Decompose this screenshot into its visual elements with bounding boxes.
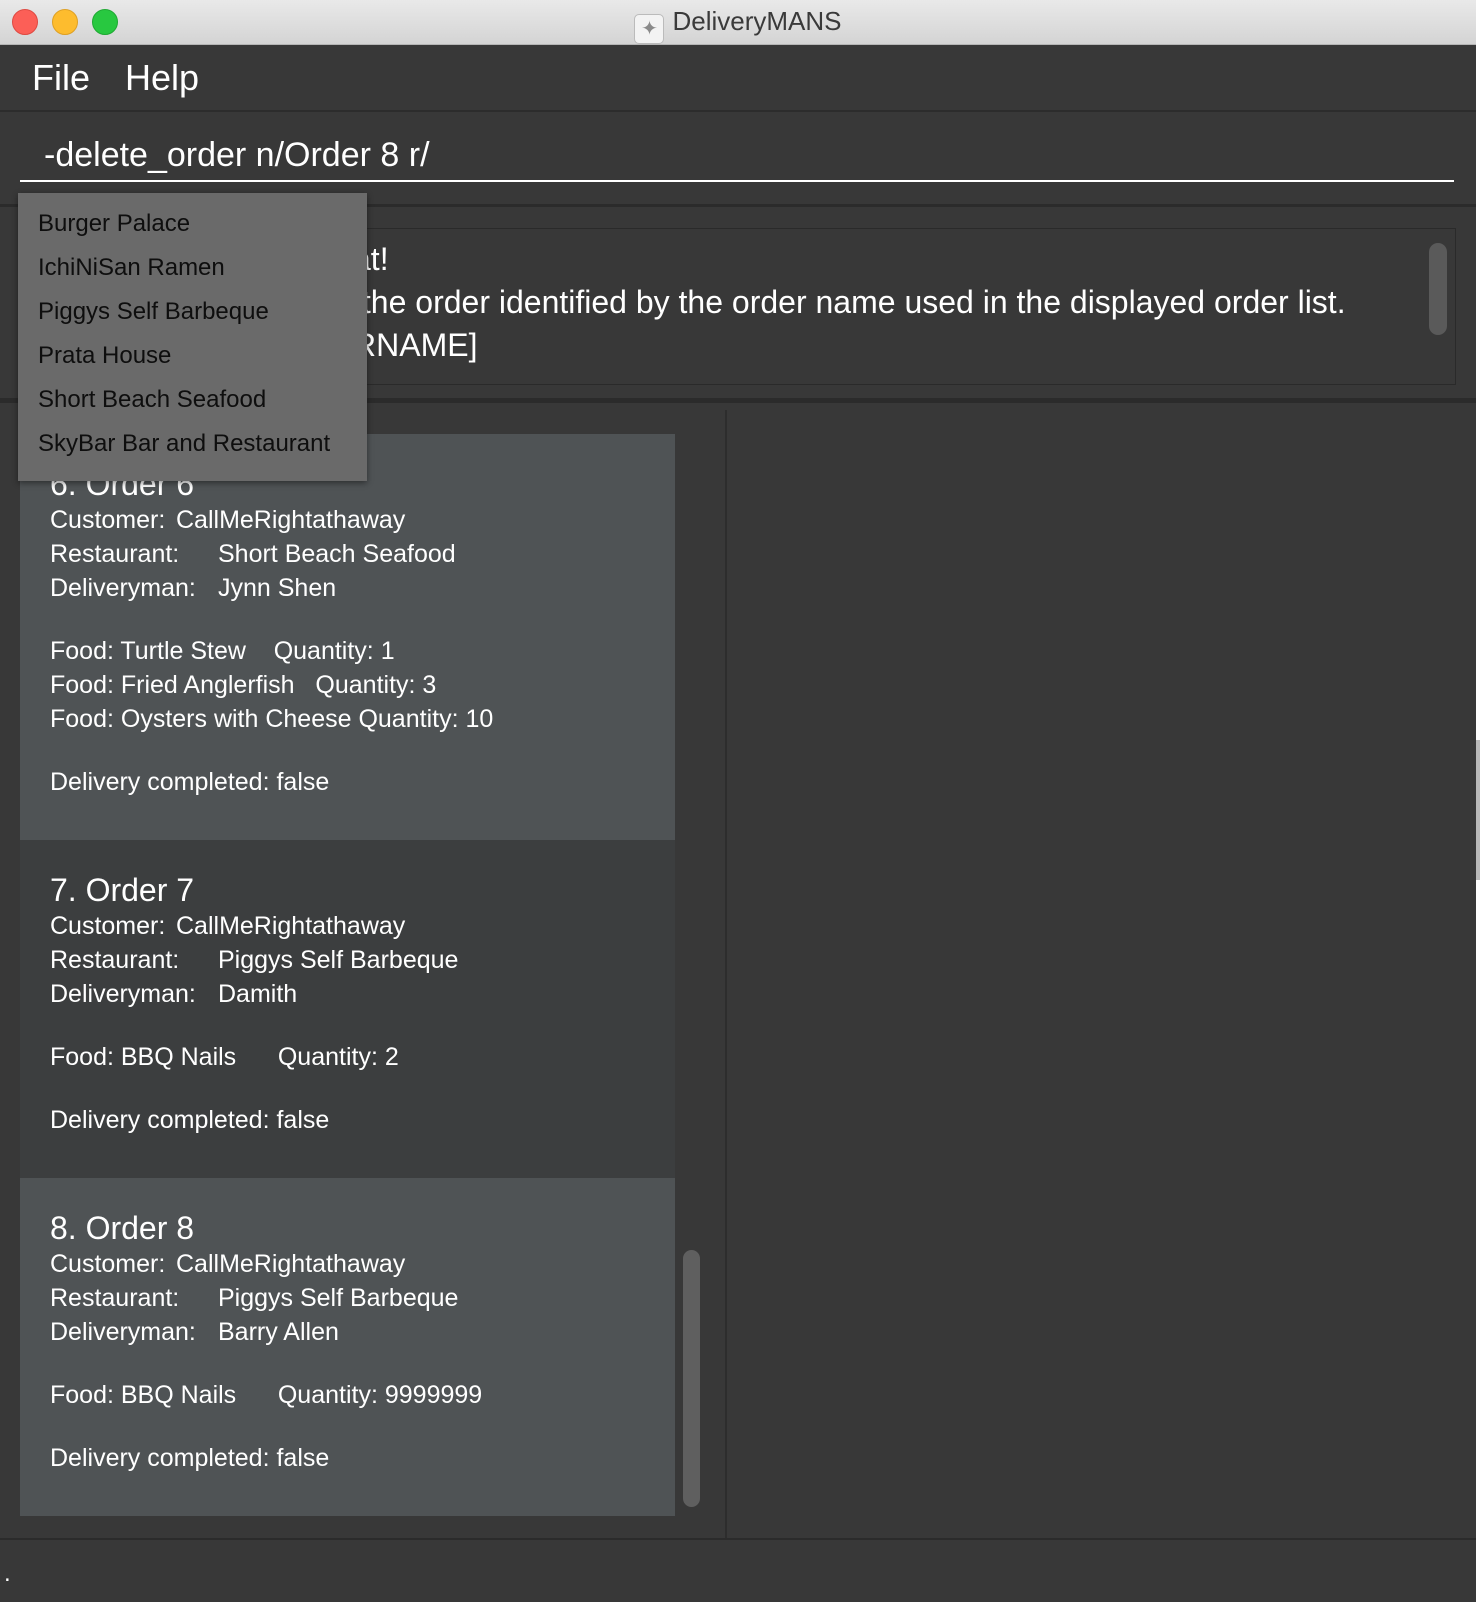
food-line: Food: BBQ Nails Quantity: 2 xyxy=(50,1043,399,1071)
order-list: 6. Order 6 Customer: CallMeRightathaway R… xyxy=(20,434,675,1516)
customer-value: CallMeRightathaway xyxy=(176,912,406,940)
order-card[interactable]: 7. Order 7 Customer: CallMeRightathaway R… xyxy=(20,840,675,1178)
autocomplete-option[interactable]: Short Beach Seafood xyxy=(18,378,367,422)
menu-help[interactable]: Help xyxy=(125,57,199,99)
order-list-scrollbar[interactable] xyxy=(683,1250,700,1507)
order-title: 8. Order 8 xyxy=(50,1210,195,1246)
autocomplete-option[interactable]: SkyBar Bar and Restaurant xyxy=(18,422,367,466)
restaurant-label: Restaurant: xyxy=(50,540,180,568)
status-text: . xyxy=(4,1560,11,1587)
order-title: 7. Order 7 xyxy=(50,872,195,908)
menu-bar: File Help xyxy=(0,45,1476,112)
details-panel xyxy=(727,410,1476,1538)
restaurant-value: Piggys Self Barbeque xyxy=(218,946,459,974)
window-title-area: ✦ DeliveryMANS xyxy=(0,6,1476,44)
result-scrollbar[interactable] xyxy=(1429,243,1447,335)
restaurant-label: Restaurant: xyxy=(50,1284,180,1312)
customer-label: Customer: xyxy=(50,912,166,940)
deliveryman-label: Deliveryman: xyxy=(50,980,196,1008)
app-window: ✦ DeliveryMANS File Help -delete_order n/… xyxy=(0,0,1476,1602)
autocomplete-option[interactable]: Piggys Self Barbeque xyxy=(18,290,367,334)
autocomplete-option[interactable]: Prata House xyxy=(18,334,367,378)
restaurant-value: Piggys Self Barbeque xyxy=(218,1284,459,1312)
restaurant-value: Short Beach Seafood xyxy=(218,540,456,568)
food-line: Food: Fried Anglerfish Quantity: 3 xyxy=(50,671,437,699)
order-list-panel: 6. Order 6 Customer: CallMeRightathaway R… xyxy=(0,410,725,1538)
order-card[interactable]: 6. Order 6 Customer: CallMeRightathaway R… xyxy=(20,434,675,840)
delivery-status: Delivery completed: false xyxy=(50,768,330,796)
deliveryman-value: Barry Allen xyxy=(218,1318,339,1346)
deliveryman-label: Deliveryman: xyxy=(50,574,196,602)
command-input[interactable]: -delete_order n/Order 8 r/ xyxy=(20,132,1454,182)
customer-label: Customer: xyxy=(50,1250,166,1278)
title-bar: ✦ DeliveryMANS xyxy=(0,0,1476,45)
delivery-status: Delivery completed: false xyxy=(50,1106,330,1134)
status-bar: . xyxy=(0,1538,1476,1602)
window-title: DeliveryMANS xyxy=(672,6,842,36)
delivery-status: Delivery completed: false xyxy=(50,1444,330,1472)
deliveryman-value: Jynn Shen xyxy=(218,574,337,602)
order-card[interactable]: 8. Order 8 Customer: CallMeRightathaway R… xyxy=(20,1178,675,1516)
customer-value: CallMeRightathaway xyxy=(176,506,406,534)
menu-file[interactable]: File xyxy=(32,57,90,99)
autocomplete-option[interactable]: Burger Palace xyxy=(18,202,367,246)
deliveryman-value: Damith xyxy=(218,980,298,1008)
autocomplete-option[interactable]: IchiNiSan Ramen xyxy=(18,246,367,290)
result-line-3: RNAME] xyxy=(353,327,478,363)
autocomplete-dropdown: Burger Palace IchiNiSan Ramen Piggys Sel… xyxy=(18,193,367,481)
food-line: Food: Oysters with Cheese Quantity: 10 xyxy=(50,705,494,733)
customer-value: CallMeRightathaway xyxy=(176,1250,406,1278)
restaurant-label: Restaurant: xyxy=(50,946,180,974)
customer-label: Customer: xyxy=(50,506,166,534)
food-line: Food: Turtle Stew Quantity: 1 xyxy=(50,637,395,665)
result-line-2: the order identified by the order name u… xyxy=(353,284,1346,320)
app-logo-icon: ✦ xyxy=(634,14,665,44)
deliveryman-label: Deliveryman: xyxy=(50,1318,196,1346)
food-line: Food: BBQ Nails Quantity: 9999999 xyxy=(50,1381,483,1409)
screen-edge-marker xyxy=(1476,740,1480,880)
